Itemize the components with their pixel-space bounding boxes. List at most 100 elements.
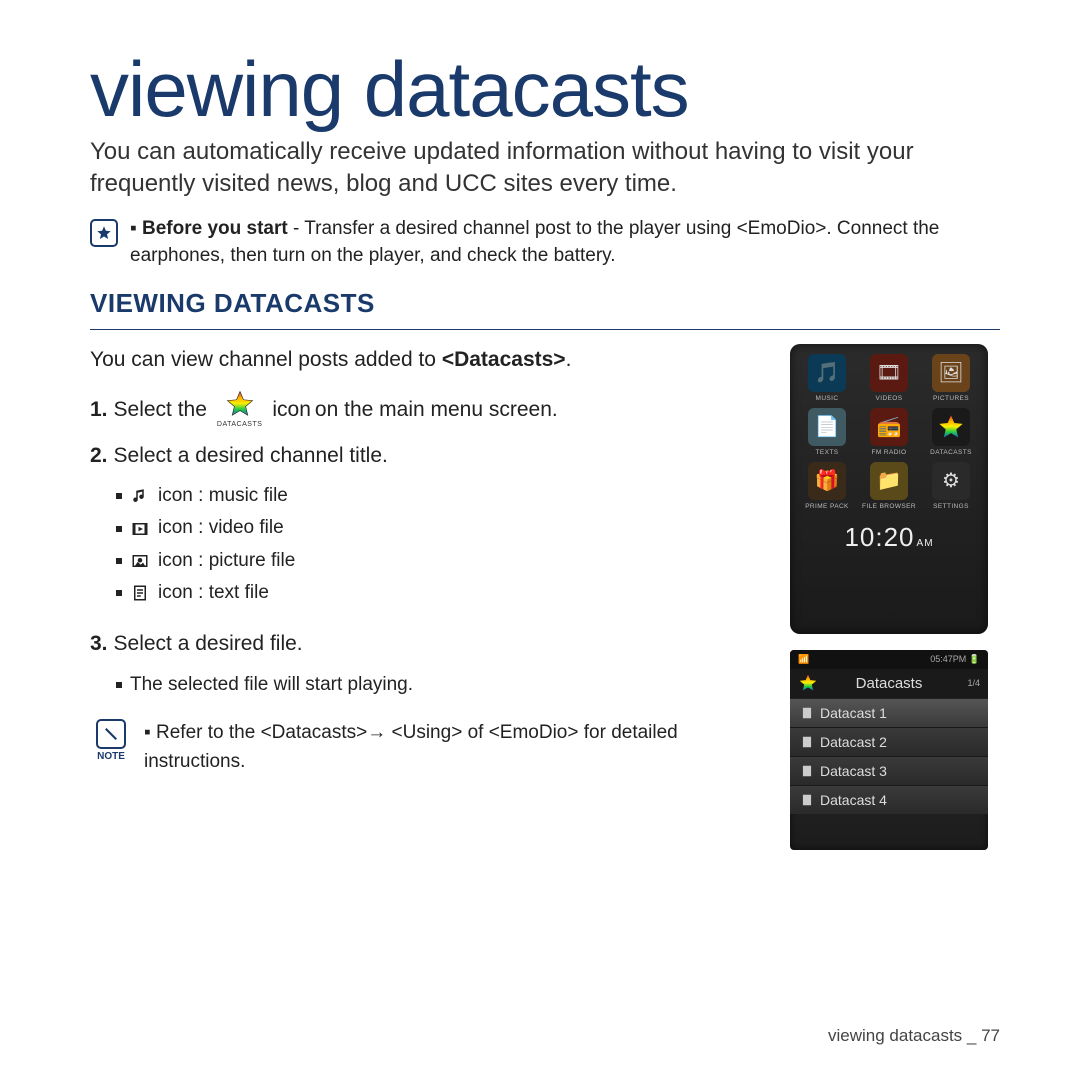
- menu-fmradio-label: FM RADIO: [872, 449, 907, 456]
- music-app-icon: 🎵: [808, 354, 846, 392]
- menu-music[interactable]: 🎵 MUSIC: [798, 354, 856, 402]
- settings-app-icon: ⚙: [932, 462, 970, 500]
- menu-fmradio[interactable]: 📻 FM RADIO: [860, 408, 918, 456]
- device-list-count: 1/4: [967, 678, 980, 688]
- menu-primepack-label: PRIME PACK: [805, 503, 849, 510]
- legend-picture-label: icon : picture file: [158, 545, 295, 577]
- primepack-app-icon: 🎁: [808, 462, 846, 500]
- menu-datacasts-label: DATACASTS: [930, 449, 972, 456]
- bullet-icon: [116, 493, 122, 499]
- before-you-start-label: Before you start: [142, 218, 288, 239]
- section-intro-post: .: [566, 348, 572, 371]
- menu-datacasts[interactable]: DATACASTS: [922, 408, 980, 456]
- menu-pictures[interactable]: 🖼PICTURES: [922, 354, 980, 402]
- bullet-icon: [116, 682, 122, 688]
- datacasts-app-icon: [932, 408, 970, 446]
- list-item[interactable]: Datacast 1: [790, 698, 988, 727]
- note-text-content: Refer to the <Datacasts>→ <Using> of <Em…: [144, 722, 678, 772]
- bullet-icon: [116, 558, 122, 564]
- list-item-label: Datacast 2: [820, 734, 887, 750]
- page-title: viewing datacasts: [90, 50, 1000, 128]
- note-block: NOTE ▪ Refer to the <Datacasts>→ <Using>…: [90, 719, 768, 776]
- file-icon: [800, 764, 814, 778]
- section-intro-pre: You can view channel posts added to: [90, 348, 442, 371]
- star-badge-icon: [90, 219, 118, 247]
- list-item-label: Datacast 3: [820, 763, 887, 779]
- legend-text-label: icon : text file: [158, 577, 269, 609]
- rss-icon: 📶: [798, 654, 809, 665]
- before-you-start-text: ▪ Before you start - Transfer a desired …: [130, 215, 1000, 270]
- step-1-pre: Select the: [114, 393, 207, 427]
- section-intro-bold: <Datacasts>: [442, 348, 566, 371]
- texts-app-icon: 📄: [808, 408, 846, 446]
- text-icon: [130, 583, 150, 603]
- legend-music-label: icon : music file: [158, 480, 288, 512]
- menu-pictures-label: PICTURES: [933, 395, 969, 402]
- step-1-post: on the main menu screen.: [315, 393, 558, 427]
- device-clock: 10:20AM: [798, 522, 980, 553]
- step-1: 1. Select the DATACASTS icon on the main…: [90, 389, 768, 430]
- menu-texts[interactable]: 📄 TEXTS: [798, 408, 856, 456]
- list-item-label: Datacast 1: [820, 705, 887, 721]
- device-datacasts-list: 📶 05:47PM 🔋 Datacasts 1/4 Datacast 1 Dat…: [790, 650, 988, 850]
- note-badge-icon: [96, 719, 126, 749]
- legend-music: icon : music file: [116, 480, 768, 512]
- note-text: ▪ Refer to the <Datacasts>→ <Using> of <…: [144, 719, 768, 776]
- picture-icon: [130, 551, 150, 571]
- step-1-number: 1.: [90, 393, 108, 427]
- page-footer: viewing datacasts _ 77: [828, 1026, 1000, 1046]
- before-you-start-block: ▪ Before you start - Transfer a desired …: [90, 215, 1000, 270]
- list-item[interactable]: Datacast 3: [790, 756, 988, 785]
- legend-video-label: icon : video file: [158, 512, 284, 544]
- menu-videos[interactable]: 🎞 VIDEOS: [860, 354, 918, 402]
- videos-app-icon: 🎞: [870, 354, 908, 392]
- file-icon: [800, 793, 814, 807]
- datacasts-inline-caption: DATACASTS: [217, 419, 262, 430]
- step-3-text: Select a desired file.: [114, 627, 303, 661]
- bullet-icon: [116, 590, 122, 596]
- step-2-number: 2.: [90, 439, 108, 473]
- step-3-sublist: The selected file will start playing.: [116, 669, 768, 701]
- step-3: 3. Select a desired file.: [90, 627, 768, 661]
- menu-filebrowser-label: FILE BROWSER: [862, 503, 916, 510]
- legend-video: icon : video file: [116, 512, 768, 544]
- section-rule: [90, 329, 1000, 330]
- file-icon: [800, 735, 814, 749]
- section-heading: VIEWING DATACASTS: [90, 288, 1000, 319]
- datacasts-inline-icon: DATACASTS: [217, 389, 262, 430]
- step-3-sub-text: The selected file will start playing.: [130, 669, 413, 701]
- clock-time: 10:20: [844, 522, 914, 552]
- menu-settings-label: SETTINGS: [933, 503, 969, 510]
- note-caption: NOTE: [97, 751, 125, 762]
- clock-ampm: AM: [917, 538, 934, 549]
- step-1-bold: icon: [272, 393, 311, 427]
- bullet-icon: [116, 526, 122, 532]
- menu-texts-label: TEXTS: [816, 449, 839, 456]
- list-item[interactable]: Datacast 2: [790, 727, 988, 756]
- icon-legend: icon : music file icon : video file icon…: [116, 480, 768, 609]
- step-2-text: Select a desired channel title.: [114, 439, 388, 473]
- device-main-menu: 🎵 MUSIC 🎞 VIDEOS 🖼PICTURES 📄 TEXTS 📻 FM RADI…: [790, 344, 988, 634]
- menu-videos-label: VIDEOS: [876, 395, 903, 402]
- filebrowser-app-icon: 📁: [870, 462, 908, 500]
- status-time: 05:47PM: [930, 654, 966, 664]
- menu-settings[interactable]: ⚙ SETTINGS: [922, 462, 980, 510]
- music-icon: [130, 486, 150, 506]
- file-icon: [800, 706, 814, 720]
- device-list-header: Datacasts 1/4: [790, 669, 988, 698]
- legend-text: icon : text file: [116, 577, 768, 609]
- list-item-label: Datacast 4: [820, 792, 887, 808]
- list-item[interactable]: Datacast 4: [790, 785, 988, 814]
- fmradio-app-icon: 📻: [870, 408, 908, 446]
- datacasts-star-icon: [798, 673, 818, 693]
- step-3-number: 3.: [90, 627, 108, 661]
- section-intro: You can view channel posts added to <Dat…: [90, 344, 768, 376]
- intro-text: You can automatically receive updated in…: [90, 136, 1000, 201]
- device-list-title: Datacasts: [856, 675, 923, 692]
- menu-filebrowser[interactable]: 📁 FILE BROWSER: [860, 462, 918, 510]
- legend-picture: icon : picture file: [116, 545, 768, 577]
- step-2: 2. Select a desired channel title.: [90, 439, 768, 473]
- step-3-subitem: The selected file will start playing.: [116, 669, 768, 701]
- menu-music-label: MUSIC: [816, 395, 839, 402]
- menu-primepack[interactable]: 🎁 PRIME PACK: [798, 462, 856, 510]
